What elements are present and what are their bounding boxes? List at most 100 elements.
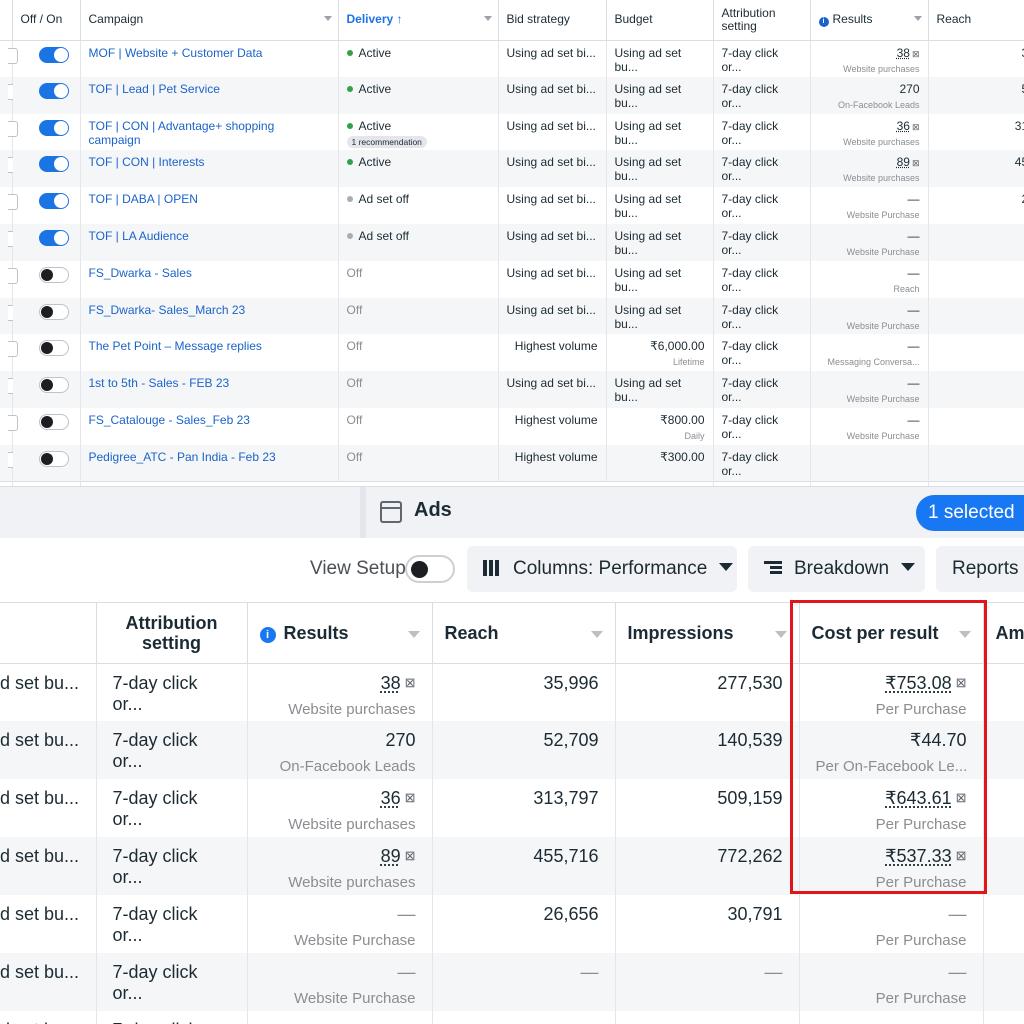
- bid-strategy-cell: Using ad set bi...: [498, 261, 606, 298]
- campaign-toggle[interactable]: [39, 304, 69, 320]
- row-checkbox-cell[interactable]: [0, 224, 12, 261]
- header-campaign[interactable]: Campaign: [80, 0, 338, 40]
- campaign-name-link[interactable]: FS_Catalouge - Sales_Feb 23: [89, 413, 250, 427]
- sort-icon[interactable]: [408, 631, 420, 638]
- campaign-name-link[interactable]: TOF | DABA | OPEN: [89, 192, 198, 206]
- row-checkbox-cell[interactable]: [0, 261, 12, 298]
- row-checkbox-cell[interactable]: [0, 114, 12, 151]
- campaign-toggle[interactable]: [39, 156, 69, 172]
- header-toggle[interactable]: Off / On: [12, 0, 80, 40]
- header-reach[interactable]: Reach: [432, 603, 615, 663]
- campaign-row[interactable]: 1st to 5th - Sales - FEB 23 Off Using ad s…: [0, 371, 1024, 408]
- sort-icon[interactable]: [775, 631, 787, 638]
- campaign-toggle[interactable]: [39, 230, 69, 246]
- campaign-row[interactable]: FS_Dwarka - Sales Off Using ad set bi... Us…: [0, 261, 1024, 298]
- comparison-icon[interactable]: ⊠: [956, 790, 967, 805]
- campaign-toggle[interactable]: [39, 120, 69, 136]
- campaign-name-link[interactable]: FS_Dwarka - Sales: [89, 266, 192, 280]
- comparison-icon[interactable]: ⊠: [405, 675, 416, 690]
- ad-row[interactable]: d set bu... 7-day click or... 38 ⊠ Website p…: [0, 663, 1024, 721]
- selected-count-pill[interactable]: 1 selected: [916, 495, 1024, 531]
- campaign-toggle[interactable]: [39, 377, 69, 393]
- campaign-toggle[interactable]: [39, 47, 69, 63]
- row-checkbox-cell[interactable]: [0, 150, 12, 187]
- campaign-name-link[interactable]: Pedigree_ATC - Pan India - Feb 23: [89, 450, 276, 464]
- campaign-name-link[interactable]: 1st to 5th - Sales - FEB 23: [89, 376, 230, 390]
- breakdown-dropdown-button[interactable]: Breakdown: [748, 546, 925, 592]
- campaign-row[interactable]: TOF | CON | Advantage+ shopping campaign…: [0, 114, 1024, 151]
- header-impressions[interactable]: Impressions: [615, 603, 799, 663]
- sort-icon[interactable]: [591, 631, 603, 638]
- select-all-header[interactable]: [0, 0, 12, 40]
- comparison-icon[interactable]: ⊠: [405, 790, 416, 805]
- ad-row[interactable]: d set bu... 7-day click or... 89 ⊠ Website p…: [0, 837, 1024, 895]
- comparison-icon[interactable]: ⊠: [912, 122, 920, 132]
- campaign-row[interactable]: TOF | DABA | OPEN Ad set off Using ad set …: [0, 187, 1024, 224]
- reports-button[interactable]: Reports: [936, 546, 1024, 592]
- header-bid-strategy[interactable]: Bid strategy: [498, 0, 606, 40]
- campaign-toggle[interactable]: [39, 340, 69, 356]
- ad-row[interactable]: d set bu...7-day click or...: [0, 1011, 1024, 1024]
- impressions-cell: 509,159: [615, 779, 799, 837]
- sort-icon[interactable]: [324, 16, 332, 21]
- view-setup-toggle[interactable]: [405, 555, 455, 583]
- header-delivery[interactable]: Delivery ↑: [338, 0, 498, 40]
- header-budget[interactable]: Budget: [606, 0, 713, 40]
- campaign-row[interactable]: FS_Dwarka- Sales_March 23 Off Using ad set…: [0, 298, 1024, 335]
- row-checkbox-cell[interactable]: [0, 77, 12, 114]
- columns-dropdown-button[interactable]: Columns: Performance: [467, 546, 737, 592]
- row-checkbox-cell[interactable]: [0, 40, 12, 77]
- comparison-icon[interactable]: ⊠: [956, 848, 967, 863]
- header-reach[interactable]: Reach: [928, 0, 1024, 40]
- campaign-name-link[interactable]: TOF | CON | Interests: [89, 155, 205, 169]
- info-icon[interactable]: i: [260, 627, 276, 643]
- campaign-toggle[interactable]: [39, 193, 69, 209]
- campaign-row[interactable]: TOF | LA Audience Ad set off Using ad set …: [0, 224, 1024, 261]
- campaign-toggle[interactable]: [39, 451, 69, 467]
- campaign-toggle[interactable]: [39, 414, 69, 430]
- comparison-icon[interactable]: ⊠: [956, 675, 967, 690]
- campaign-name-link[interactable]: TOF | LA Audience: [89, 229, 189, 243]
- campaign-toggle[interactable]: [39, 83, 69, 99]
- comparison-icon[interactable]: ⊠: [912, 158, 920, 168]
- campaign-row[interactable]: TOF | Lead | Pet Service Active Using ad s…: [0, 77, 1024, 114]
- campaign-name-link[interactable]: FS_Dwarka- Sales_March 23: [89, 303, 246, 317]
- row-checkbox-cell[interactable]: [0, 445, 12, 482]
- campaign-row[interactable]: TOF | CON | Interests Active Using ad set …: [0, 150, 1024, 187]
- ad-row[interactable]: d set bu... 7-day click or... 270 On-Facebo…: [0, 721, 1024, 779]
- row-checkbox-cell[interactable]: [0, 298, 12, 335]
- ad-row[interactable]: d set bu... 7-day click or... — Website Pur…: [0, 953, 1024, 1011]
- campaign-toggle[interactable]: [39, 267, 69, 283]
- ads-tab-title[interactable]: Ads: [414, 499, 452, 522]
- campaign-name-link[interactable]: TOF | CON | Advantage+ shopping campaign: [89, 119, 275, 147]
- ad-row[interactable]: d set bu... 7-day click or... — Website Pur…: [0, 895, 1024, 953]
- panel-divider[interactable]: [360, 487, 366, 539]
- ad-row[interactable]: d set bu... 7-day click or... 36 ⊠ Website p…: [0, 779, 1024, 837]
- sort-icon[interactable]: [484, 16, 492, 21]
- sort-icon[interactable]: [914, 16, 922, 21]
- row-checkbox-cell[interactable]: [0, 371, 12, 408]
- row-checkbox-cell[interactable]: [0, 408, 12, 445]
- cost-per-result-cell: [799, 1011, 983, 1024]
- sort-icon[interactable]: [959, 631, 971, 638]
- comparison-icon[interactable]: ⊠: [912, 49, 920, 59]
- header-results[interactable]: i Results: [247, 603, 432, 663]
- campaign-name-link[interactable]: The Pet Point – Message replies: [89, 339, 262, 353]
- info-icon[interactable]: i: [819, 17, 829, 27]
- campaign-row[interactable]: Pedigree_ATC - Pan India - Feb 23 Off High…: [0, 445, 1024, 482]
- comparison-icon[interactable]: ⊠: [405, 848, 416, 863]
- campaign-row[interactable]: MOF | Website + Customer Data Active Using…: [0, 40, 1024, 77]
- header-attribution[interactable]: Attribution setting: [96, 603, 247, 663]
- header-cost-per-result[interactable]: Cost per result: [799, 603, 983, 663]
- header-results[interactable]: i Results: [810, 0, 928, 40]
- campaign-name-link[interactable]: MOF | Website + Customer Data: [89, 46, 263, 60]
- recommendation-badge[interactable]: 1 recommendation: [347, 136, 427, 148]
- campaign-row[interactable]: The Pet Point – Message replies Off Highes…: [0, 334, 1024, 371]
- row-checkbox-cell[interactable]: [0, 187, 12, 224]
- campaign-row[interactable]: FS_Catalouge - Sales_Feb 23 Off Highest vo…: [0, 408, 1024, 445]
- header-amount[interactable]: Am: [983, 603, 1024, 663]
- header-attribution[interactable]: Attribution setting: [713, 0, 810, 40]
- campaign-name-link[interactable]: TOF | Lead | Pet Service: [89, 82, 220, 96]
- header-budget-cut[interactable]: [0, 603, 96, 663]
- row-checkbox-cell[interactable]: [0, 334, 12, 371]
